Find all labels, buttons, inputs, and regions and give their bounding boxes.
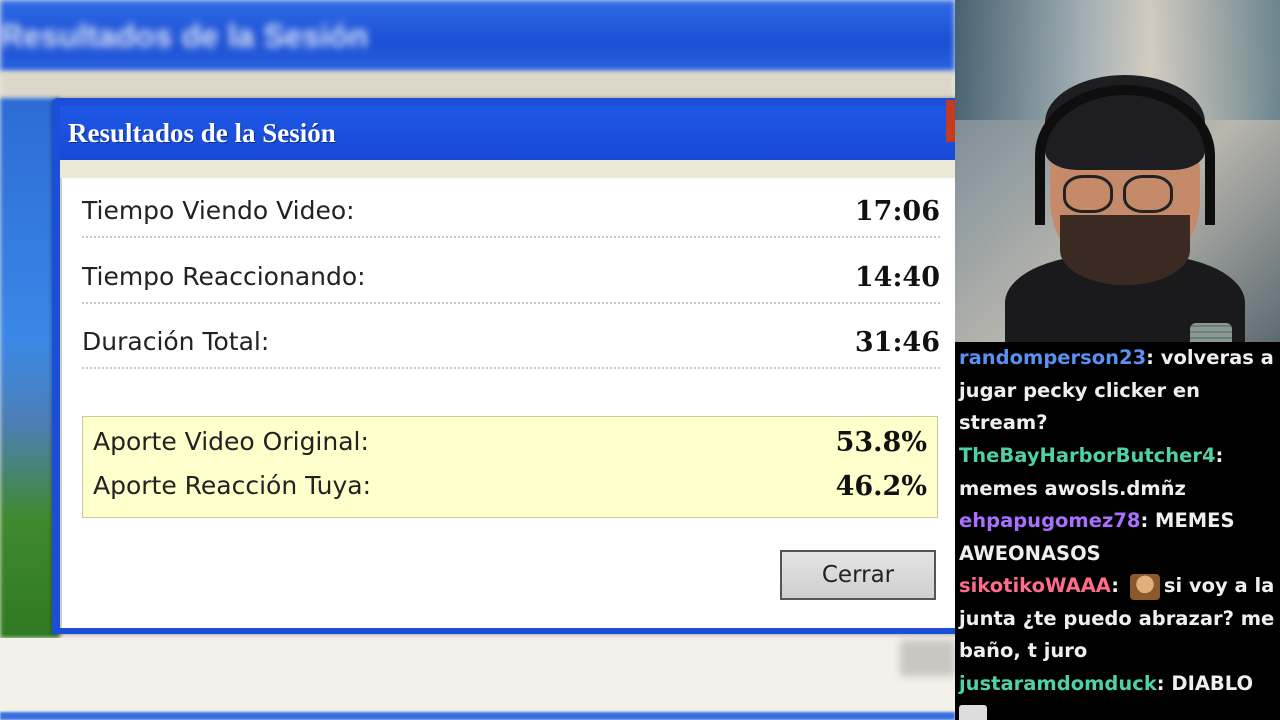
stat-value: 14:40	[854, 262, 940, 293]
stat-label: Tiempo Reaccionando:	[82, 262, 366, 291]
stat-row-watch-time: Tiempo Viendo Video: 17:06	[82, 188, 940, 238]
emote-icon	[959, 704, 987, 720]
taskbar-edge	[0, 712, 955, 720]
streamer-webcam	[955, 0, 1280, 342]
chat-text: DIABLO	[1171, 672, 1254, 695]
share-label: Aporte Reacción Tuya:	[93, 471, 372, 500]
dialog-titlebar[interactable]: Resultados de la Sesión	[60, 106, 955, 160]
chat-text: memes awosls.dmñz	[959, 476, 1186, 500]
chat-username[interactable]: ehpapugomez78	[959, 509, 1140, 532]
background-window-bottom	[0, 638, 955, 720]
share-value: 53.8%	[835, 427, 927, 458]
chat-username[interactable]: TheBayHarborButcher4	[959, 444, 1216, 467]
close-button[interactable]: Cerrar	[780, 550, 936, 600]
share-row-original: Aporte Video Original: 53.8%	[93, 425, 927, 465]
dialog-title: Resultados de la Sesión	[68, 118, 336, 148]
chat-message: ehpapugomez78: MEMES AWEONASOS	[959, 509, 1235, 565]
dialog-panel: Tiempo Viendo Video: 17:06 Tiempo Reacci…	[60, 178, 955, 628]
background-window-band	[0, 72, 955, 100]
chat-username[interactable]: sikotikoWAAA	[959, 574, 1111, 597]
stat-value: 17:06	[854, 196, 940, 227]
streamer	[1005, 55, 1245, 342]
stat-row-react-time: Tiempo Reaccionando: 14:40	[82, 254, 940, 304]
chat-message: TheBayHarborButcher4: memes awosls.dmñz	[959, 444, 1224, 500]
share-value: 46.2%	[835, 471, 927, 502]
desktop-wallpaper	[0, 98, 60, 638]
window-close-icon[interactable]	[946, 100, 955, 142]
person-emote-icon	[1129, 573, 1160, 600]
stat-row-total: Duración Total: 31:46	[82, 319, 940, 369]
chat-message: sikotikoWAAA: si voy a la junta ¿te pued…	[959, 573, 1275, 662]
streamer-beard	[1060, 215, 1190, 285]
stream-chat: randomperson23: volveras a jugar pecky c…	[955, 342, 1280, 720]
chat-username[interactable]: justaramdomduck	[959, 672, 1157, 695]
chat-message: justaramdomduck: DIABLO	[959, 668, 1277, 720]
microphone-icon	[1190, 323, 1232, 342]
share-label: Aporte Video Original:	[93, 427, 369, 456]
video-capture: Resultados de la Sesión Resultados de la…	[0, 0, 955, 720]
stat-value: 31:46	[854, 327, 940, 358]
chat-message: randomperson23: volveras a jugar pecky c…	[959, 346, 1274, 434]
glasses-icon	[1063, 175, 1113, 213]
background-window-title: Resultados de la Sesión	[0, 18, 369, 54]
chat-username[interactable]: randomperson23	[959, 346, 1146, 369]
session-results-dialog: Resultados de la Sesión Tiempo Viendo Vi…	[52, 98, 955, 634]
contribution-box: Aporte Video Original: 53.8% Aporte Reac…	[82, 416, 938, 518]
stat-label: Duración Total:	[82, 327, 270, 356]
background-blur-button	[900, 640, 955, 676]
stat-label: Tiempo Viendo Video:	[82, 196, 355, 225]
glasses-icon	[1123, 175, 1173, 213]
dialog-body: Tiempo Viendo Video: 17:06 Tiempo Reacci…	[60, 160, 955, 628]
share-row-reaction: Aporte Reacción Tuya: 46.2%	[93, 469, 927, 509]
